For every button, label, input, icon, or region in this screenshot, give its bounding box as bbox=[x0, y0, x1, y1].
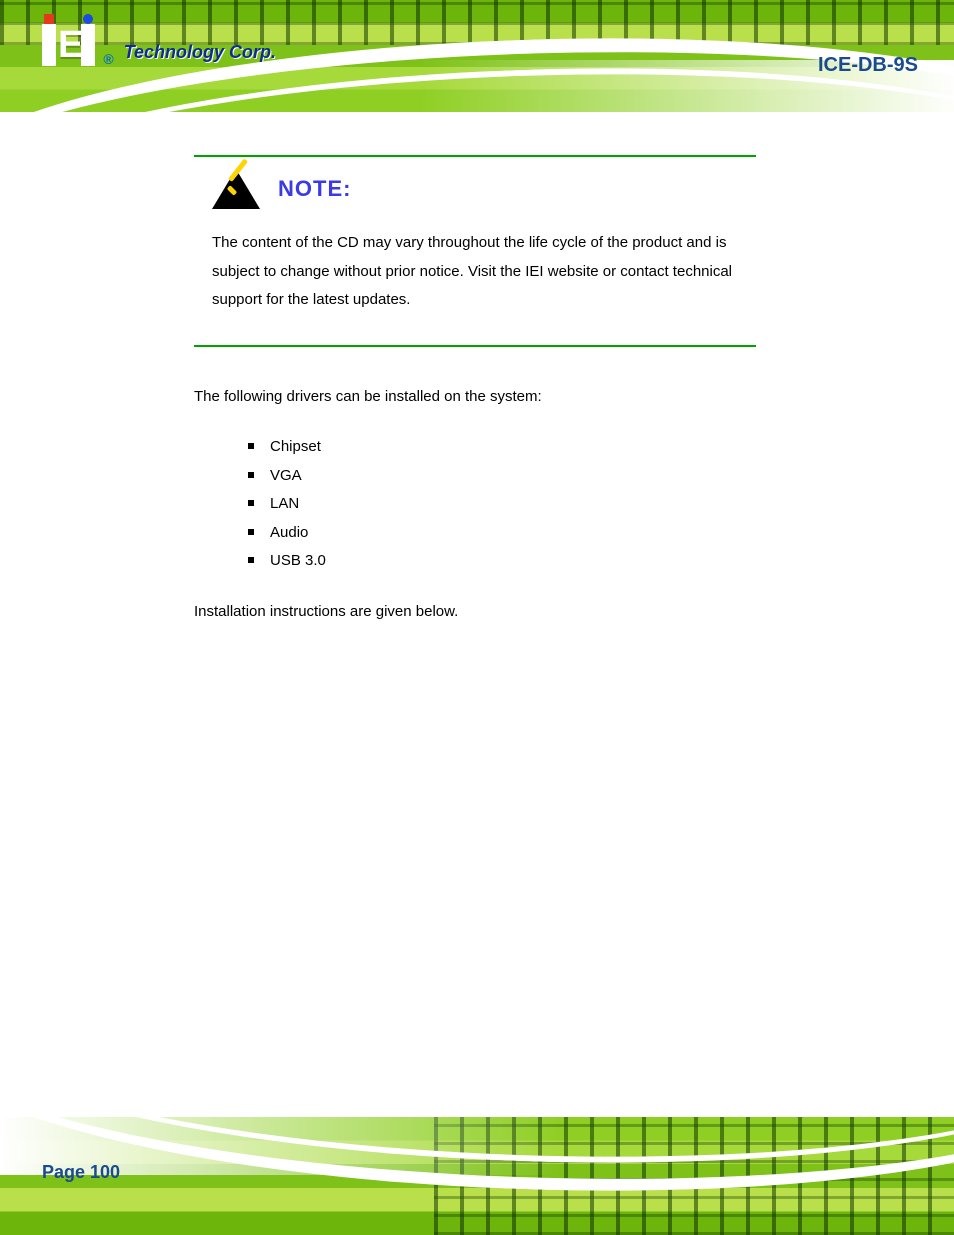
note-body: The content of the CD may vary throughou… bbox=[212, 229, 738, 315]
brand-logo-mark: E bbox=[40, 24, 97, 67]
list-item: LAN bbox=[270, 490, 756, 519]
page-number: Page 100 bbox=[42, 1162, 120, 1183]
list-item: Audio bbox=[270, 519, 756, 548]
list-item: USB 3.0 bbox=[270, 547, 756, 576]
note-check-icon bbox=[212, 169, 260, 209]
footer-banner: Page 100 bbox=[0, 1117, 954, 1235]
product-label: ICE-DB-9S bbox=[818, 54, 918, 77]
note-header: NOTE: bbox=[212, 169, 738, 209]
header-banner: E ® Technology Corp. ICE-DB-9S bbox=[0, 0, 954, 112]
list-item: VGA bbox=[270, 462, 756, 491]
driver-list: Chipset VGA LAN Audio USB 3.0 bbox=[194, 433, 756, 576]
note-box: NOTE: The content of the CD may vary thr… bbox=[194, 155, 756, 347]
note-title: NOTE: bbox=[278, 176, 351, 202]
brand-logo: E ® Technology Corp. bbox=[40, 24, 276, 67]
brand-tagline: Technology Corp. bbox=[124, 42, 276, 67]
outro-paragraph: Installation instructions are given belo… bbox=[194, 598, 756, 627]
intro-paragraph: The following drivers can be installed o… bbox=[194, 383, 756, 412]
page-content: NOTE: The content of the CD may vary thr… bbox=[194, 155, 756, 648]
registered-mark: ® bbox=[103, 51, 113, 67]
list-item: Chipset bbox=[270, 433, 756, 462]
